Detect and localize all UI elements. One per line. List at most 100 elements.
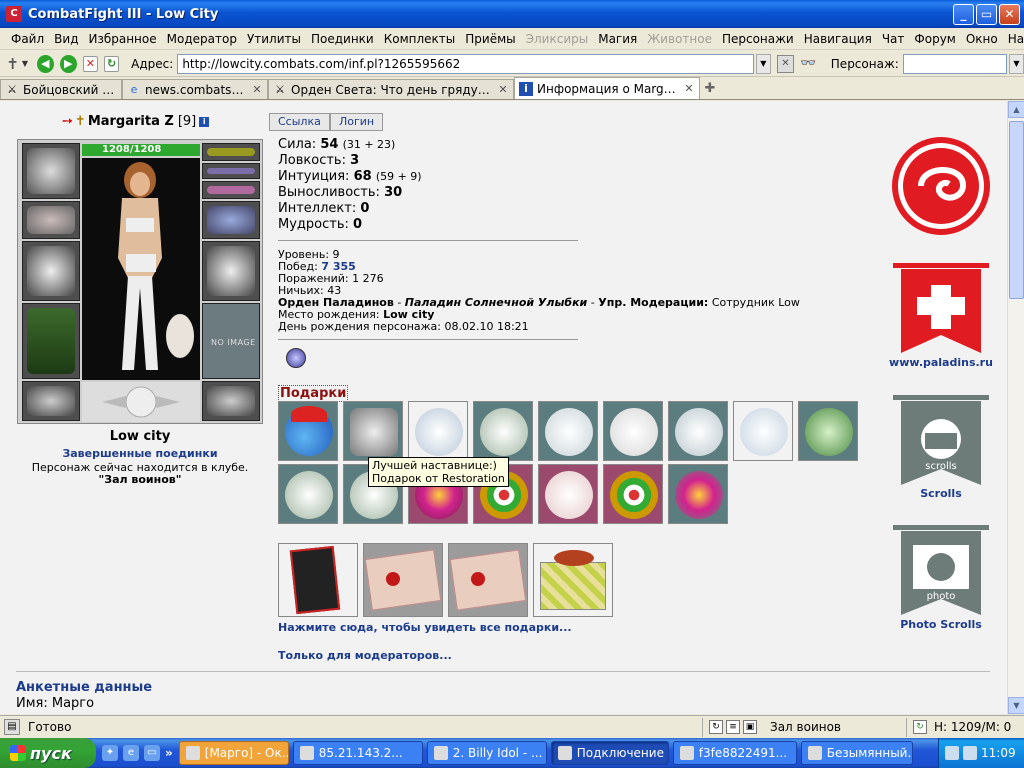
character-avatar[interactable] (82, 158, 200, 380)
taskbar-button[interactable]: Безымянный... (800, 741, 913, 765)
shield-slot[interactable]: NO IMAGE (202, 303, 260, 379)
tab-character-info[interactable]: i Информация о Margarita Z ✕ (514, 77, 700, 99)
stop-button[interactable]: ✕ (82, 55, 98, 72)
forward-button[interactable]: ▶ (59, 54, 77, 73)
gift-item[interactable] (603, 464, 663, 524)
close-page-icon[interactable]: ✕ (776, 54, 795, 73)
tray-icon[interactable] (945, 746, 959, 760)
moderators-only-link[interactable]: Только для модераторов... (278, 649, 452, 662)
save-icon[interactable]: ▣ (743, 720, 757, 734)
menu-item[interactable]: Персонажи (717, 29, 799, 49)
menu-item[interactable]: Модератор (162, 29, 242, 49)
menu-item[interactable]: Форум (909, 29, 960, 49)
menu-item[interactable]: Файл (6, 29, 49, 49)
gift-item[interactable] (343, 401, 403, 461)
paladins-link[interactable]: www.paladins.ru (889, 356, 993, 369)
armor-slot[interactable] (22, 303, 80, 379)
belt-slot[interactable] (22, 381, 80, 421)
new-tab-button[interactable]: ✚ (700, 79, 720, 99)
menu-item[interactable]: Окно (961, 29, 1003, 49)
persona-input[interactable] (902, 53, 1007, 74)
gift-item[interactable] (603, 401, 663, 461)
link-button[interactable]: Ссылка (269, 113, 330, 131)
taskbar-button[interactable]: [Марго] - Ок... (178, 741, 289, 765)
gift-item[interactable] (538, 464, 598, 524)
desktop-icon[interactable]: ▭ (144, 745, 160, 761)
gift-item[interactable] (278, 464, 338, 524)
big-gift-item[interactable] (278, 543, 358, 617)
chevron-down-icon[interactable]: ▼ (21, 55, 29, 73)
boots-slot[interactable] (202, 381, 260, 421)
tab-close-icon[interactable]: ✕ (683, 82, 695, 95)
menu-item[interactable]: Комплекты (379, 29, 461, 49)
menu-item[interactable]: Настройки (1003, 29, 1024, 49)
order-icon[interactable] (286, 348, 306, 368)
address-input[interactable] (177, 53, 754, 74)
menu-item[interactable]: Навигация (799, 29, 877, 49)
big-gift-item[interactable] (448, 543, 528, 617)
refresh-icon[interactable]: ↻ (709, 720, 723, 734)
minimize-button[interactable]: _ (953, 4, 974, 25)
spy-icon[interactable]: 👓 (798, 55, 819, 73)
gift-item[interactable] (278, 401, 338, 461)
tab-close-icon[interactable]: ✕ (251, 83, 263, 96)
menu-item[interactable]: Животное (642, 29, 717, 49)
maximize-button[interactable]: ▭ (976, 4, 997, 25)
big-gift-item[interactable] (363, 543, 443, 617)
taskbar-button[interactable]: f3fe8822491... (672, 741, 797, 765)
gift-item[interactable] (668, 464, 728, 524)
see-all-gifts-link[interactable]: Нажмите сюда, чтобы увидеть все подарки.… (278, 621, 572, 634)
vertical-scrollbar[interactable]: ▲ ▼ (1007, 101, 1024, 714)
chevron-right-icon[interactable]: » (165, 746, 173, 760)
start-button[interactable]: пуск (0, 738, 96, 768)
tray-icon[interactable] (963, 746, 977, 760)
menu-item[interactable]: Магия (593, 29, 642, 49)
close-button[interactable]: ✕ (999, 4, 1020, 25)
scroll-thumb[interactable] (1009, 121, 1024, 299)
menu-item[interactable]: Вид (49, 29, 83, 49)
scroll-up-button[interactable]: ▲ (1008, 101, 1024, 118)
menu-item[interactable]: Поединки (306, 29, 379, 49)
quicklaunch-icon[interactable]: ✦ (102, 745, 118, 761)
big-gift-item[interactable] (533, 543, 613, 617)
menu-item[interactable]: Эликсиры (521, 29, 594, 49)
refresh-icon[interactable]: ↻ (913, 720, 927, 734)
photo-scrolls-link[interactable]: Photo Scrolls (889, 618, 993, 631)
menu-item[interactable]: Приёмы (460, 29, 520, 49)
bracers-slot[interactable] (22, 201, 80, 239)
taskbar-button[interactable]: 2. Billy Idol - ... (426, 741, 547, 765)
info-icon[interactable]: i (199, 116, 210, 127)
login-button[interactable]: Логин (330, 113, 384, 131)
completed-fights-link[interactable]: Завершенные поединки (17, 447, 263, 460)
emblem-slot[interactable] (82, 382, 200, 422)
tab-order[interactable]: ⚔ Орден Света: Что день грядущий на... ✕ (268, 79, 514, 99)
tab-fight-club[interactable]: ⚔ Бойцовский клуб (0, 79, 122, 99)
scrolls-banner[interactable]: scrolls (891, 393, 991, 490)
menu-item[interactable]: Избранное (83, 29, 161, 49)
gift-item[interactable] (798, 401, 858, 461)
gift-item[interactable] (538, 401, 598, 461)
order-light-logo[interactable] (891, 136, 991, 239)
helmet-slot[interactable] (22, 143, 80, 199)
earrings-slot[interactable] (202, 143, 260, 161)
gift-item[interactable] (668, 401, 728, 461)
gift-item[interactable] (733, 401, 793, 461)
list-icon[interactable]: ≡ (726, 720, 740, 734)
gift-item[interactable] (473, 401, 533, 461)
scroll-down-button[interactable]: ▼ (1008, 697, 1024, 714)
offhand-slot[interactable] (202, 241, 260, 301)
gift-item[interactable] (408, 401, 468, 461)
refresh-button[interactable]: ↻ (103, 55, 120, 72)
paladins-banner[interactable] (891, 261, 991, 360)
scrolls-link[interactable]: Scrolls (889, 487, 993, 500)
rings-slot[interactable] (202, 181, 260, 199)
cross-icon[interactable]: ✝ (6, 55, 19, 73)
tab-news[interactable]: e news.combats.com ✕ (122, 79, 268, 99)
back-button[interactable]: ◀ (36, 54, 54, 73)
weapon-slot[interactable] (22, 241, 80, 301)
ie-icon[interactable]: e (123, 745, 139, 761)
tab-close-icon[interactable]: ✕ (497, 83, 509, 96)
menu-item[interactable]: Чат (877, 29, 910, 49)
photo-scrolls-banner[interactable]: photo (891, 523, 991, 620)
persona-dropdown-button[interactable]: ▼ (1008, 53, 1024, 74)
